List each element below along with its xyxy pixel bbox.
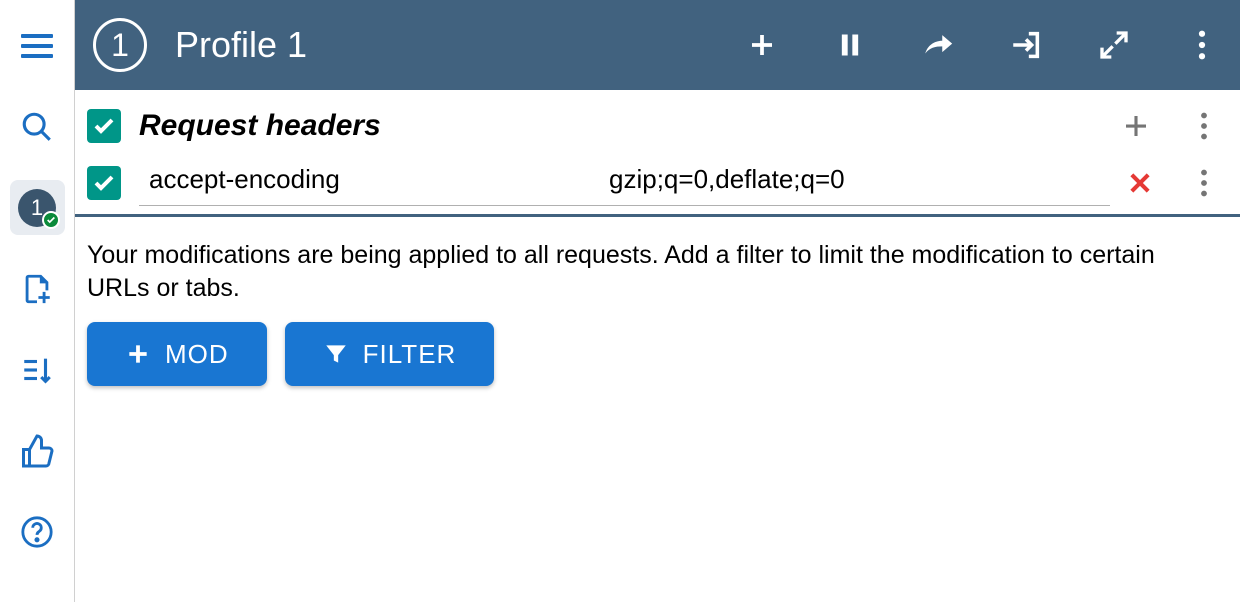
header-more-button[interactable] xyxy=(1182,25,1222,65)
sidebar-help-button[interactable] xyxy=(10,504,65,559)
share-icon xyxy=(921,28,955,62)
check-icon xyxy=(92,171,116,195)
pause-icon xyxy=(836,31,864,59)
header-pause-button[interactable] xyxy=(830,25,870,65)
section-add-button[interactable] xyxy=(1118,108,1154,144)
import-icon xyxy=(1009,28,1043,62)
sidebar: 1 xyxy=(0,0,75,602)
plus-icon xyxy=(747,30,777,60)
profile-badge-number: 1 xyxy=(31,195,43,221)
add-mod-button[interactable]: MOD xyxy=(87,322,267,386)
content-area: Request headers xyxy=(75,90,1240,602)
thumbs-up-icon xyxy=(19,433,55,469)
section-title: Request headers xyxy=(139,109,1118,143)
hamburger-icon xyxy=(21,34,53,58)
file-add-icon xyxy=(20,272,54,306)
sidebar-like-button[interactable] xyxy=(10,423,65,478)
filter-icon xyxy=(323,341,349,367)
section-more-button[interactable] xyxy=(1186,108,1222,144)
sidebar-add-file-button[interactable] xyxy=(10,261,65,316)
sort-icon xyxy=(20,353,54,387)
sidebar-profile-button[interactable]: 1 xyxy=(10,180,65,235)
row-more-button[interactable] xyxy=(1186,165,1222,201)
close-icon xyxy=(1126,169,1154,197)
sidebar-menu-button[interactable] xyxy=(10,18,65,73)
info-text: Your modifications are being applied to … xyxy=(87,239,1222,304)
plus-icon xyxy=(125,341,151,367)
header-value-input[interactable] xyxy=(599,160,1110,199)
sidebar-search-button[interactable] xyxy=(10,99,65,154)
search-icon xyxy=(20,110,54,144)
filter-button-label: FILTER xyxy=(363,339,457,370)
profile-badge: 1 xyxy=(18,189,56,227)
header-fullscreen-button[interactable] xyxy=(1094,25,1134,65)
app-header: 1 Profile 1 xyxy=(75,0,1240,90)
plus-icon xyxy=(1121,111,1151,141)
help-icon xyxy=(20,515,54,549)
mod-button-label: MOD xyxy=(165,339,229,370)
main-content: 1 Profile 1 xyxy=(75,0,1240,602)
header-entry-row xyxy=(75,154,1240,214)
header-import-button[interactable] xyxy=(1006,25,1046,65)
header-title: Profile 1 xyxy=(175,24,742,66)
check-icon xyxy=(92,114,116,138)
section-enable-checkbox[interactable] xyxy=(87,109,121,143)
more-vertical-icon xyxy=(1200,169,1208,197)
sidebar-sort-button[interactable] xyxy=(10,342,65,397)
check-badge-icon xyxy=(42,211,60,229)
header-entry-fields xyxy=(139,160,1110,206)
section-actions xyxy=(1118,108,1222,144)
row-enable-checkbox[interactable] xyxy=(87,166,121,200)
add-filter-button[interactable]: FILTER xyxy=(285,322,495,386)
info-card: Your modifications are being applied to … xyxy=(75,217,1240,408)
header-share-button[interactable] xyxy=(918,25,958,65)
header-name-input[interactable] xyxy=(139,160,599,199)
info-button-row: MOD FILTER xyxy=(87,322,1222,386)
row-delete-button[interactable] xyxy=(1122,165,1158,201)
section-header: Request headers xyxy=(75,90,1240,154)
more-vertical-icon xyxy=(1198,30,1206,60)
header-profile-number-icon: 1 xyxy=(93,18,147,72)
header-actions xyxy=(742,25,1222,65)
header-profile-number: 1 xyxy=(111,27,129,64)
header-add-button[interactable] xyxy=(742,25,782,65)
row-actions xyxy=(1122,165,1222,201)
more-vertical-icon xyxy=(1200,112,1208,140)
expand-icon xyxy=(1098,29,1130,61)
